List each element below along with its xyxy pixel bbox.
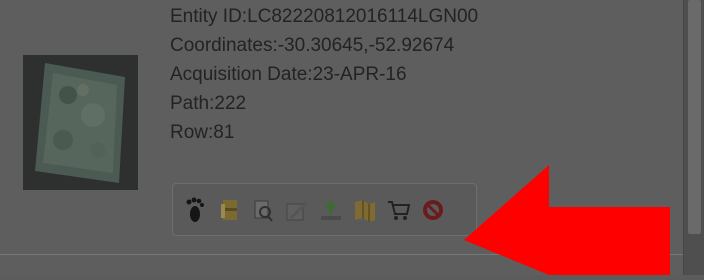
row-value: 81	[213, 122, 235, 143]
acquisition-date-row: Acquisition Date:23-APR-16	[170, 60, 478, 89]
coordinates-row: Coordinates:-30.30645,-52.92674	[170, 31, 478, 60]
entity-id-value: LC82220812016114LGN00	[247, 6, 479, 27]
download-button[interactable]	[315, 194, 347, 226]
entity-id-label: Entity ID:	[170, 6, 248, 27]
red-arrow-annotation	[464, 165, 704, 280]
bulk-download-icon	[286, 200, 309, 220]
path-value: 222	[214, 93, 247, 114]
compare-button[interactable]	[247, 194, 279, 226]
row-label: Row:	[170, 122, 214, 143]
metadata-button[interactable]	[213, 194, 245, 226]
row-row: Row:81	[170, 118, 478, 147]
compare-icon	[254, 200, 273, 222]
arrow-left-icon	[464, 165, 670, 275]
acquisition-date-label: Acquisition Date:	[170, 64, 313, 85]
entity-id-row: Entity ID:LC82220812016114LGN00	[170, 2, 478, 31]
exclude-scene-button[interactable]	[417, 194, 449, 226]
bulk-download-button[interactable]	[281, 194, 313, 226]
exclude-scene-icon	[423, 199, 443, 220]
coordinates-label: Coordinates:	[170, 35, 278, 56]
metadata-icon	[221, 199, 237, 220]
path-row: Path:222	[170, 89, 478, 118]
scene-thumbnail-image	[23, 55, 138, 190]
order-scene-icon	[355, 199, 375, 222]
add-to-cart-button[interactable]	[383, 194, 415, 226]
path-label: Path:	[170, 93, 215, 114]
scene-thumbnail[interactable]	[23, 55, 138, 190]
scene-action-toolbar	[172, 183, 477, 236]
coordinates-value: -30.30645,-52.92674	[277, 35, 455, 56]
footprint-icon	[186, 197, 204, 222]
acquisition-date-value: 23-APR-16	[312, 64, 407, 85]
footprint-button[interactable]	[179, 194, 211, 226]
shopping-cart-icon	[388, 200, 411, 220]
scene-metadata: Entity ID:LC82220812016114LGN00 Coordina…	[170, 0, 478, 147]
order-scene-button[interactable]	[349, 194, 381, 226]
download-icon	[321, 199, 341, 220]
